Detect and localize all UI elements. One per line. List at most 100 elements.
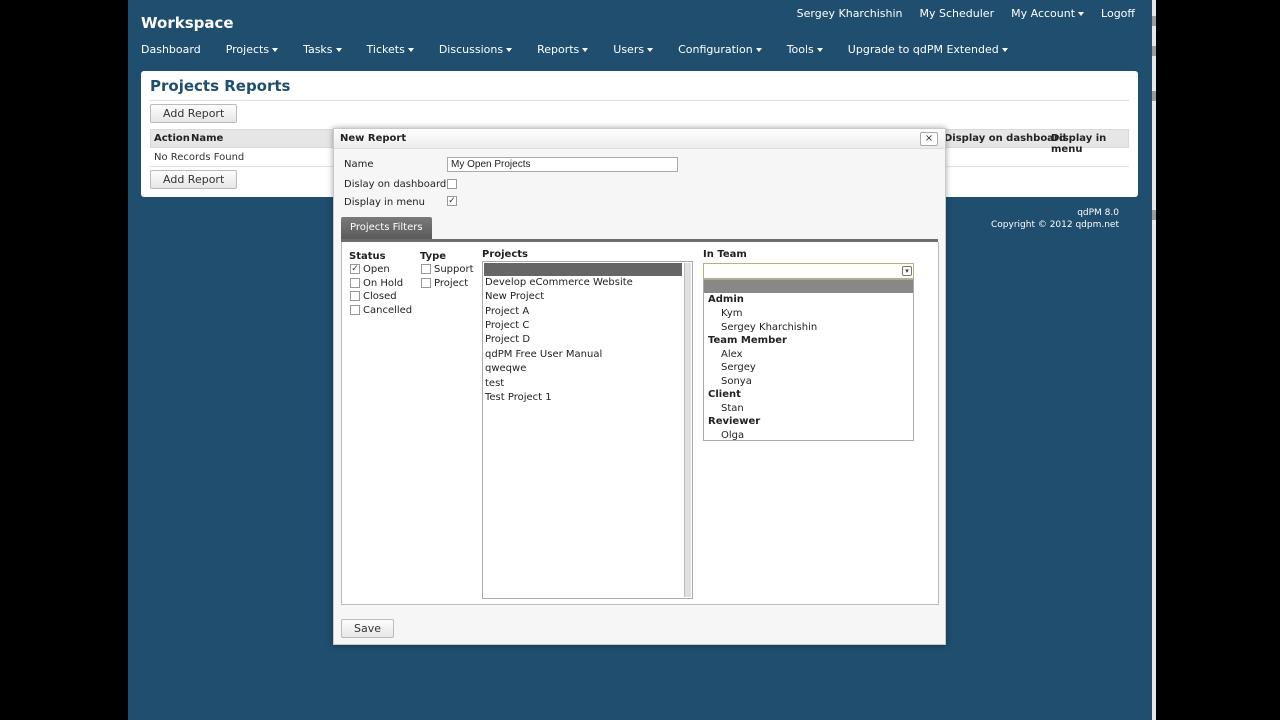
nav-tasks[interactable]: Tasks [303, 43, 342, 56]
list-item[interactable]: qdPM Free User Manual [485, 349, 602, 360]
nav-label: Upgrade to qdPM Extended [847, 43, 999, 56]
nav-label: Configuration [678, 43, 753, 56]
dashboard-label: Dislay on dashboard [344, 179, 447, 190]
save-button[interactable]: Save [341, 619, 395, 638]
scrollbar-edge [1152, 0, 1156, 720]
chevron-down-icon [407, 48, 414, 52]
team-heading: In Team [703, 249, 747, 260]
nav-label: Tools [786, 43, 814, 56]
edge-mark [1152, 210, 1156, 220]
chevron-down-icon [1001, 48, 1008, 52]
list-item[interactable]: Stan [721, 403, 744, 414]
list-item[interactable]: Sonya [721, 376, 752, 387]
chevron-down-icon [1078, 12, 1085, 16]
logoff-link[interactable]: Logoff [1101, 7, 1135, 20]
version-text: qdPM 8.0 [1077, 208, 1119, 218]
dropdown-toggle-icon[interactable]: ▾ [902, 266, 912, 276]
list-item[interactable]: qweqwe [485, 363, 526, 374]
tab-projects-filters[interactable]: Projects Filters [341, 217, 432, 239]
status-open-label: Open [363, 264, 390, 275]
status-open-checkbox[interactable]: ✓ [350, 264, 360, 274]
report-name-input[interactable] [447, 157, 678, 172]
list-item[interactable]: Olga [721, 430, 744, 441]
top-links: Sergey Kharchishin My Scheduler My Accou… [797, 7, 1135, 20]
nav-label: Tickets [366, 43, 405, 56]
edge-mark [1152, 46, 1156, 56]
right-edge-strip [1152, 0, 1280, 720]
status-closed-label: Closed [363, 291, 397, 302]
list-item[interactable]: Kym [721, 308, 743, 319]
close-icon[interactable]: × [920, 132, 938, 146]
type-support-checkbox[interactable] [421, 264, 431, 274]
filters-panel: Status ✓ Open On Hold Closed Cancelled T… [341, 242, 939, 605]
status-closed-checkbox[interactable] [350, 291, 360, 301]
list-item[interactable]: New Project [485, 291, 544, 302]
nav-users[interactable]: Users [613, 43, 654, 56]
footer: qdPM 8.0 Copyright © 2012 qdpm.net [991, 207, 1119, 231]
scrollbar[interactable] [684, 263, 691, 597]
main-nav: Dashboard Projects Tasks Tickets Discuss… [141, 43, 1033, 56]
nav-tools[interactable]: Tools [787, 43, 823, 56]
nav-dashboard[interactable]: Dashboard [141, 43, 201, 56]
chevron-down-icon [816, 48, 823, 52]
list-item[interactable]: Sergey [721, 362, 756, 373]
projects-listbox[interactable]: Develop eCommerce Website New Project Pr… [482, 261, 693, 599]
edge-mark [1152, 16, 1156, 26]
nav-projects[interactable]: Projects [225, 43, 279, 56]
team-dropdown-list[interactable]: Admin Kym Sergey Kharchishin Team Member… [703, 279, 914, 441]
option-group: Admin [708, 294, 744, 305]
nav-upgrade[interactable]: Upgrade to qdPM Extended [848, 43, 1008, 56]
edge-mark [1152, 91, 1156, 101]
list-item[interactable]: Project D [485, 334, 530, 345]
divider [150, 100, 1129, 101]
app-window: Workspace Sergey Kharchishin My Schedule… [128, 0, 1152, 720]
list-item[interactable]: Project A [485, 306, 529, 317]
menu-checkbox[interactable]: ✓ [447, 196, 457, 206]
status-cancelled-checkbox[interactable] [350, 305, 360, 315]
nav-label: Tasks [303, 43, 333, 56]
column-header-dashboard: Display on dashboard [944, 133, 1067, 144]
nav-label: Users [613, 43, 645, 56]
status-onhold-checkbox[interactable] [350, 278, 360, 288]
status-onhold-label: On Hold [363, 278, 404, 289]
list-item[interactable]: Project C [485, 320, 529, 331]
column-header-action: Action [154, 133, 190, 144]
chevron-down-icon [582, 48, 589, 52]
add-report-button[interactable]: Add Report [150, 104, 238, 123]
page-title: Projects Reports [150, 77, 291, 95]
selected-option [484, 263, 682, 276]
nav-label: Discussions [438, 43, 504, 56]
scheduler-link[interactable]: My Scheduler [920, 7, 995, 20]
nav-tickets[interactable]: Tickets [367, 43, 414, 56]
name-label: Name [344, 159, 374, 170]
add-report-button-bottom[interactable]: Add Report [150, 170, 238, 189]
nav-discussions[interactable]: Discussions [438, 43, 513, 56]
option-group: Client [708, 389, 741, 400]
option-group: Team Member [708, 335, 787, 346]
nav-reports[interactable]: Reports [537, 43, 589, 56]
account-label: My Account [1011, 7, 1076, 20]
nav-configuration[interactable]: Configuration [678, 43, 762, 56]
user-link[interactable]: Sergey Kharchishin [797, 7, 903, 20]
option-group: Reviewer [708, 416, 761, 427]
chevron-down-icon [335, 48, 342, 52]
status-heading: Status [349, 251, 386, 262]
projects-heading: Projects [482, 249, 529, 260]
list-item[interactable]: Test Project 1 [485, 392, 552, 403]
type-support-label: Support [434, 264, 474, 275]
chevron-down-icon [647, 48, 654, 52]
dialog-title: New Report [340, 133, 407, 144]
empty-message: No Records Found [154, 152, 245, 163]
list-item[interactable]: Alex [721, 349, 743, 360]
list-item[interactable]: Develop eCommerce Website [485, 277, 633, 288]
status-cancelled-label: Cancelled [363, 305, 413, 316]
nav-label: Projects [225, 43, 270, 56]
list-item[interactable]: test [485, 378, 504, 389]
list-item[interactable]: Sergey Kharchishin [721, 322, 817, 333]
team-select[interactable]: ▾ [703, 263, 914, 279]
dashboard-checkbox[interactable] [447, 179, 457, 189]
menu-label: Display in menu [344, 197, 425, 208]
type-project-checkbox[interactable] [421, 278, 431, 288]
account-menu[interactable]: My Account [1011, 7, 1085, 20]
new-report-dialog: New Report × Name Dislay on dashboard Di… [333, 128, 946, 645]
